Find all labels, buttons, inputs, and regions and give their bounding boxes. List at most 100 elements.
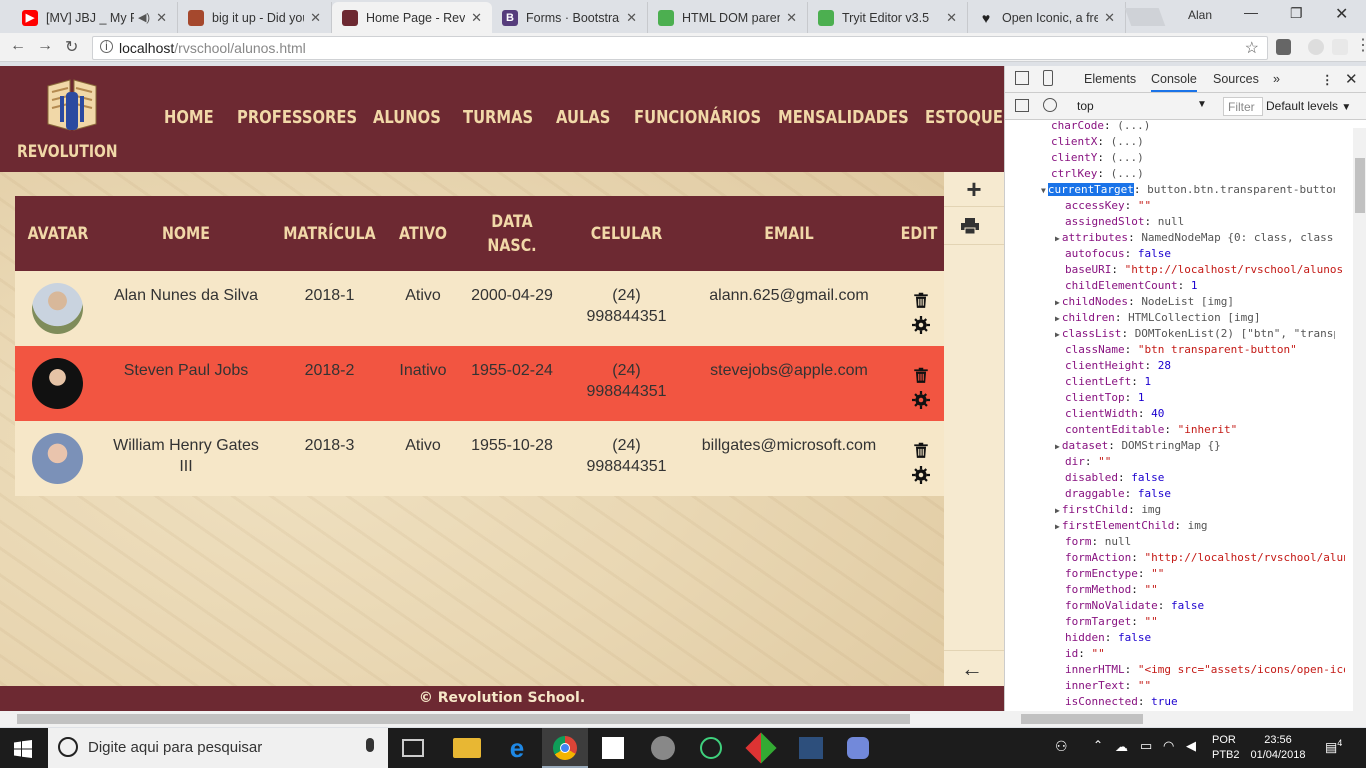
nav-mensalidades[interactable]: MENSALIDADES (778, 107, 909, 128)
expand-down-icon[interactable]: ▼ (1041, 186, 1046, 195)
tab-html-dom[interactable]: HTML DOM paren ✕ (648, 2, 808, 33)
taskbar-search[interactable]: Digite aqui para pesquisar (48, 728, 388, 768)
scrollbar-thumb[interactable] (17, 714, 910, 724)
gear-icon[interactable] (912, 466, 930, 484)
nav-home[interactable]: HOME (164, 107, 214, 128)
sidebar-toggle-icon[interactable] (1015, 99, 1029, 112)
close-tab-icon[interactable]: ✕ (946, 10, 957, 26)
tab-tryit[interactable]: Tryit Editor v3.5 ✕ (808, 2, 968, 33)
device-toolbar-icon[interactable] (1043, 70, 1053, 86)
levels-select[interactable]: Default levels ▼ (1266, 99, 1351, 113)
nav-professores[interactable]: PROFESSORES (237, 107, 357, 128)
expand-right-icon[interactable]: ▶ (1055, 234, 1060, 243)
inspect-icon[interactable] (1015, 71, 1029, 85)
expand-right-icon[interactable]: ▶ (1055, 522, 1060, 531)
trash-icon[interactable] (912, 366, 930, 384)
close-tab-icon[interactable]: ✕ (310, 10, 321, 26)
restore-icon[interactable]: ❐ (1290, 5, 1303, 22)
expand-right-icon[interactable]: ▶ (1055, 506, 1060, 515)
chrome-taskbar-button[interactable] (542, 728, 588, 768)
trash-icon[interactable] (912, 291, 930, 309)
back-icon[interactable]: ← (10, 37, 26, 55)
back-arrow-icon[interactable]: ← (961, 656, 983, 682)
people-icon[interactable]: ⚇ (1055, 738, 1068, 755)
close-tab-icon[interactable]: ✕ (786, 10, 797, 26)
reload-icon[interactable]: ↻ (65, 37, 78, 57)
language-indicator[interactable]: POR PTB2 (1212, 733, 1240, 763)
profile-name[interactable]: Alan (1188, 8, 1212, 22)
tab-bootstrap[interactable]: B Forms · Bootstrap ✕ (492, 2, 648, 33)
tab-console[interactable]: Console (1151, 72, 1197, 92)
clock[interactable]: 23:56 01/04/2018 (1248, 733, 1308, 763)
git-kraken-icon[interactable] (745, 732, 777, 764)
more-tabs-button[interactable]: » (1273, 72, 1280, 86)
menu-icon[interactable]: ⋮ (1355, 35, 1366, 55)
atom-icon[interactable] (700, 737, 722, 759)
info-icon[interactable]: i (100, 40, 113, 53)
bookmark-star-icon[interactable]: ☆ (1245, 38, 1259, 58)
tab-sources[interactable]: Sources (1213, 72, 1259, 86)
tab-youtube[interactable]: ▶ [MV] JBJ _ My F ◀) ✕ (12, 2, 178, 33)
task-view-icon[interactable] (402, 739, 424, 757)
nav-aulas[interactable]: AULAS (556, 107, 610, 128)
nav-funcionarios[interactable]: FUNCIONÁRIOS (634, 107, 761, 128)
clear-console-icon[interactable] (1043, 98, 1057, 112)
volume-icon[interactable]: ◀ (1186, 738, 1196, 754)
gear-icon[interactable] (912, 316, 930, 334)
tab-elements[interactable]: Elements (1084, 72, 1136, 86)
close-tab-icon[interactable]: ✕ (471, 10, 482, 26)
expand-right-icon[interactable]: ▶ (1055, 330, 1060, 339)
store-icon[interactable] (602, 737, 624, 759)
tab-home-page[interactable]: Home Page - Revo ✕ (332, 2, 492, 33)
filter-input[interactable]: Filter (1223, 97, 1263, 116)
print-icon[interactable] (961, 218, 979, 234)
expand-right-icon[interactable]: ▶ (1055, 442, 1060, 451)
extension-icon[interactable] (1276, 39, 1291, 55)
extension-2-icon[interactable] (1332, 39, 1348, 55)
horizontal-scrollbar[interactable] (0, 711, 1366, 727)
battery-icon[interactable]: ▭ (1140, 738, 1152, 754)
console-property-line[interactable]: ▶ firstChild: img (1055, 502, 1335, 519)
minimize-icon[interactable]: — (1244, 4, 1258, 20)
sql-icon[interactable] (799, 737, 823, 759)
scrollbar-thumb[interactable] (1355, 158, 1365, 213)
console-property-line[interactable]: ▶ childNodes: NodeList [img] (1055, 294, 1335, 311)
onedrive-icon[interactable]: ☁ (1115, 739, 1128, 755)
nav-estoque[interactable]: ESTOQUE (925, 107, 1003, 128)
close-tab-icon[interactable]: ✕ (156, 10, 167, 26)
media-player-icon[interactable] (651, 736, 675, 760)
chevron-up-icon[interactable]: ⌃ (1093, 738, 1103, 752)
skype-icon[interactable] (1308, 39, 1324, 55)
context-select[interactable]: top ▼ (1077, 99, 1207, 113)
console-property-line[interactable]: ▶ firstElementChild: img (1055, 518, 1335, 535)
speaker-icon[interactable]: ◀) (138, 11, 150, 24)
tab-open-iconic[interactable]: ♥ Open Iconic, a fre ✕ (968, 2, 1126, 33)
close-tab-icon[interactable]: ✕ (1104, 10, 1115, 26)
console-property-line[interactable]: ▶ classList: DOMTokenList(2) ["btn", "tra… (1055, 326, 1335, 343)
windows-start-icon[interactable] (14, 740, 32, 758)
expand-right-icon[interactable]: ▶ (1055, 314, 1060, 323)
close-tab-icon[interactable]: ✕ (626, 10, 637, 26)
file-explorer-icon[interactable] (453, 738, 481, 758)
notifications-icon[interactable]: ▤4 (1325, 738, 1342, 755)
devtools-menu-icon[interactable]: ⋮ (1321, 72, 1334, 87)
console-property-line[interactable]: ▶ children: HTMLCollection [img] (1055, 310, 1335, 327)
gear-icon[interactable] (912, 391, 930, 409)
devtools-scrollbar-thumb[interactable] (1021, 714, 1143, 724)
discord-icon[interactable] (847, 737, 869, 759)
console-property-line[interactable]: ▶ attributes: NamedNodeMap {0: class, cla… (1055, 230, 1335, 247)
microphone-icon[interactable] (366, 738, 374, 752)
address-bar[interactable]: i localhost/rvschool/alunos.html ☆ (92, 36, 1268, 60)
console-property-line[interactable]: ▼ currentTarget: button.btn.transparent-b… (1041, 182, 1335, 199)
edge-icon[interactable]: e (503, 734, 531, 762)
wifi-icon[interactable]: ◠ (1163, 738, 1174, 754)
new-tab-button[interactable] (1124, 8, 1166, 26)
revolution-logo[interactable] (44, 78, 100, 138)
nav-alunos[interactable]: ALUNOS (373, 107, 441, 128)
expand-right-icon[interactable]: ▶ (1055, 298, 1060, 307)
trash-icon[interactable] (912, 441, 930, 459)
close-window-icon[interactable]: ✕ (1335, 4, 1348, 24)
console-property-line[interactable]: ▶ dataset: DOMStringMap {} (1055, 438, 1335, 455)
forward-icon[interactable]: → (37, 37, 53, 55)
tab-cambridge[interactable]: big it up - Did you ✕ (178, 2, 332, 33)
